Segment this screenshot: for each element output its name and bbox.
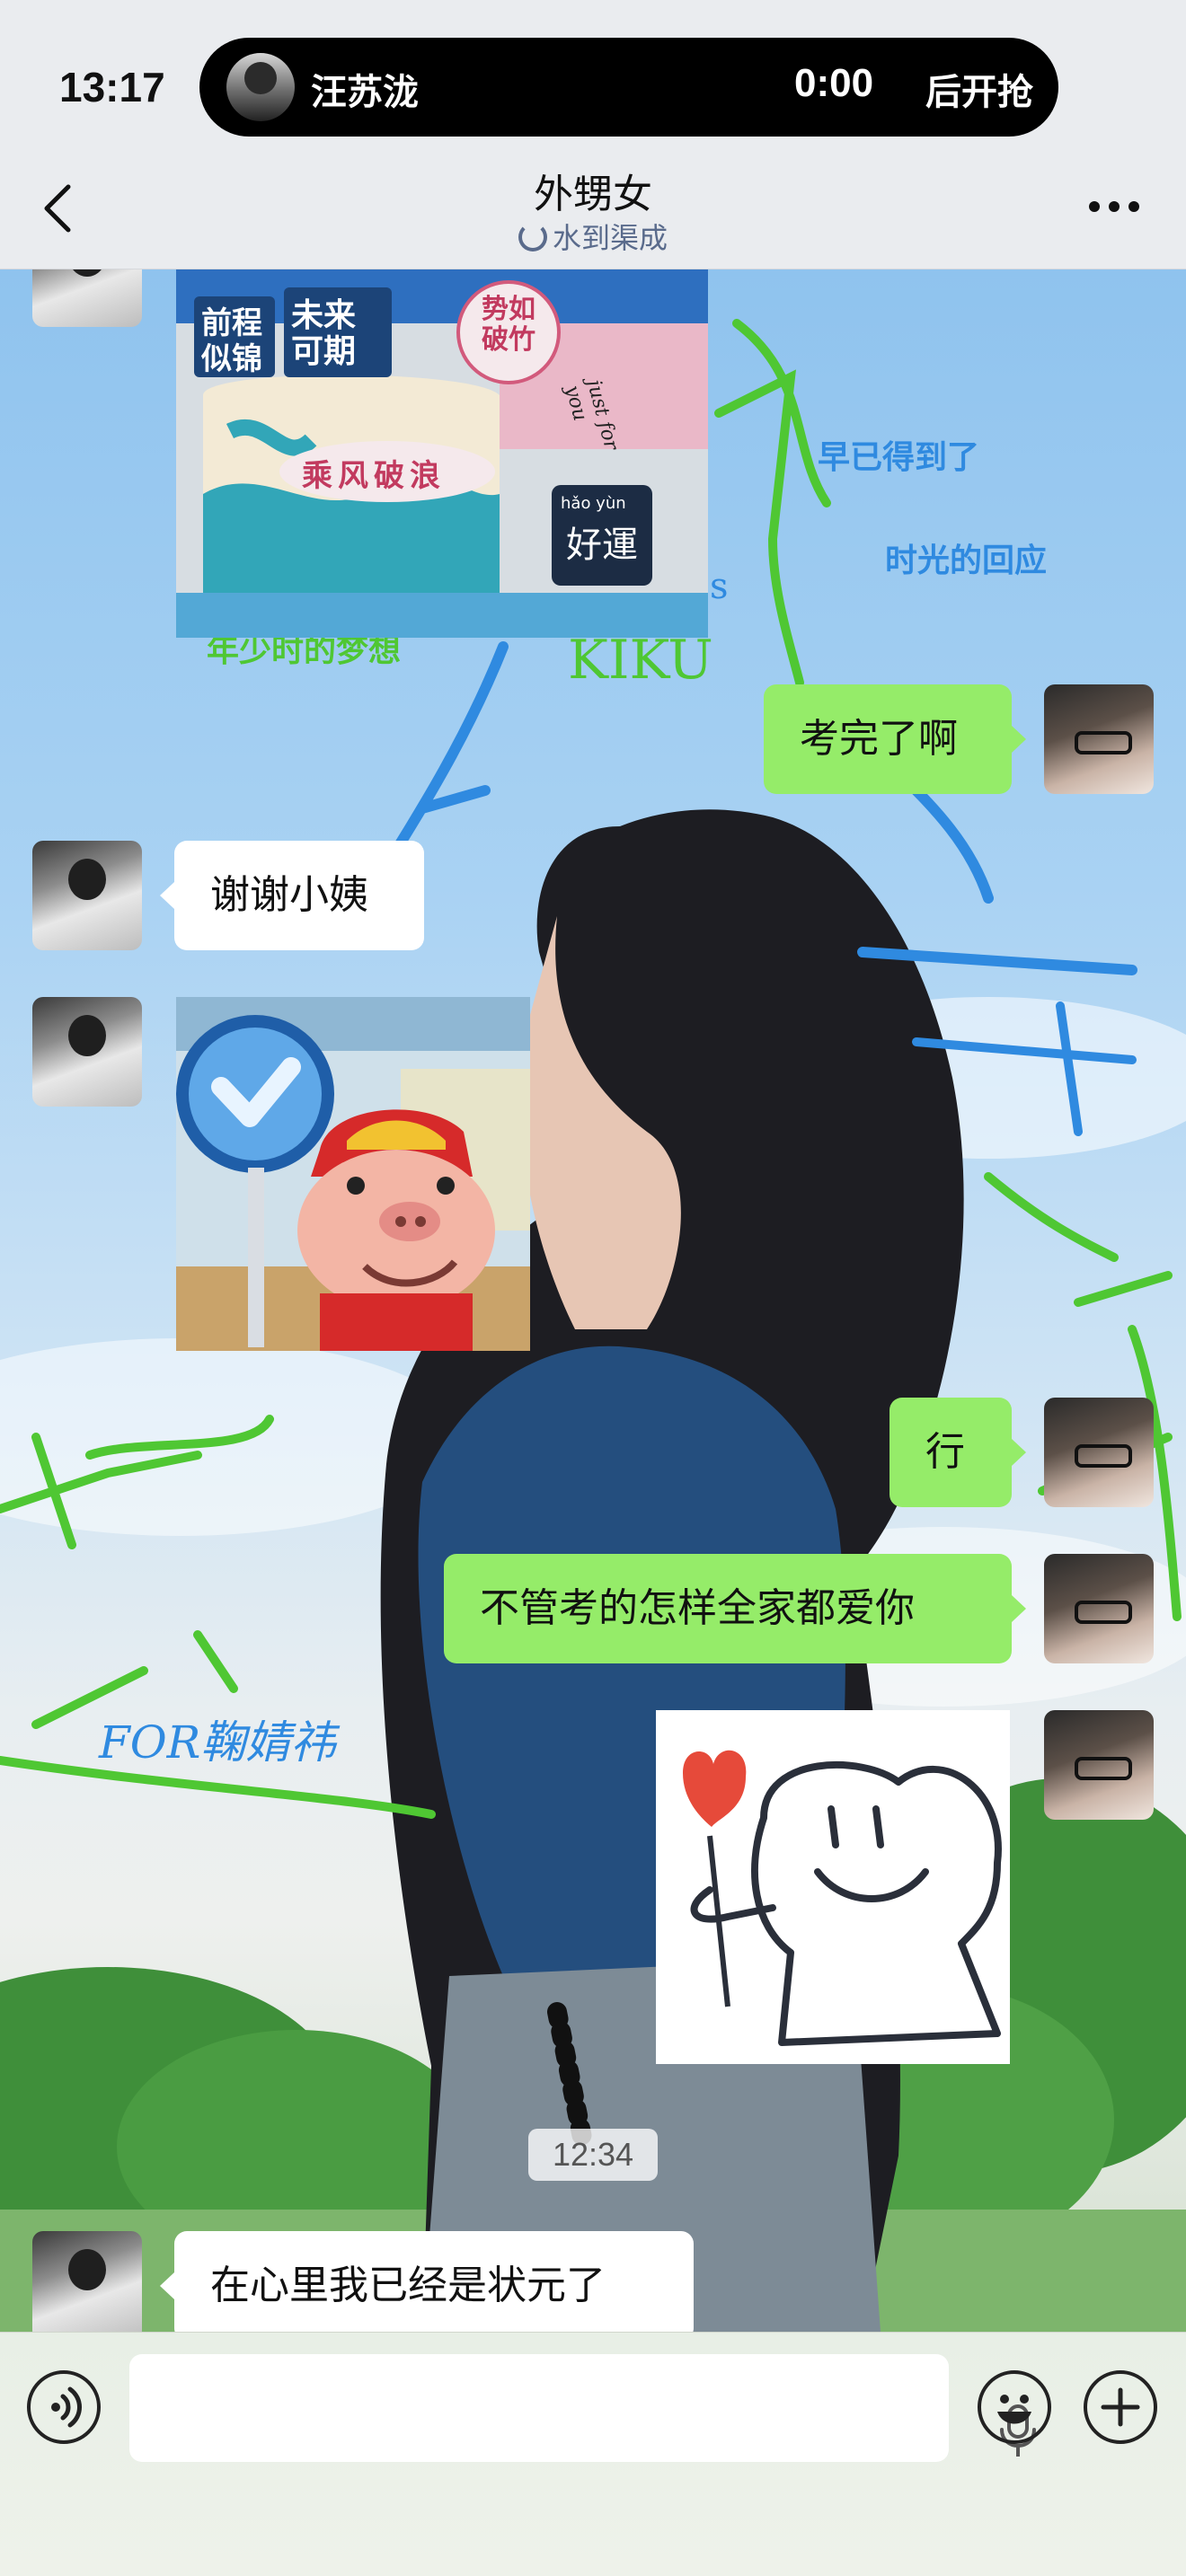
- chat-area[interactable]: 早已得到了 时光的回应 年少时的梦想 KIKU FOR鞠婧祎 s 未来可期 前程…: [0, 269, 1186, 2332]
- cake-sign-wind: 乘风破浪: [302, 458, 446, 494]
- smiley-glyph: [997, 2395, 1031, 2424]
- cake-sign-future: 未来可期: [291, 297, 357, 370]
- message-input[interactable]: [129, 2354, 1036, 2462]
- loading-ring-icon: [518, 223, 547, 251]
- message-bubble-left[interactable]: 谢谢小姨: [160, 841, 424, 950]
- message-bubble-left[interactable]: 在心里我已经是状元了: [160, 2231, 694, 2332]
- message-bubble-right[interactable]: 行: [890, 1398, 1026, 1507]
- chat-title[interactable]: 外甥女: [0, 162, 1186, 219]
- contact-avatar[interactable]: [32, 2231, 142, 2332]
- my-avatar[interactable]: [1044, 1710, 1154, 1820]
- voice-icon[interactable]: [27, 2370, 101, 2444]
- nav-bar: 外甥女 水到渠成: [0, 144, 1186, 269]
- live-avatar: [226, 53, 295, 121]
- chat-status: 水到渠成: [0, 216, 1186, 257]
- more-dots-icon[interactable]: [1087, 198, 1141, 216]
- plus-glyph: [1101, 2387, 1140, 2427]
- cake-sign-momentum: 势如破竹: [482, 294, 535, 356]
- status-time: 13:17: [59, 64, 165, 110]
- live-action-label: 后开抢: [925, 72, 1033, 113]
- input-bar: [0, 2332, 1186, 2576]
- wallpaper-text-2: 时光的回应: [885, 542, 1048, 579]
- pig-sticker[interactable]: [176, 997, 530, 1351]
- pig-sticker-art: [176, 997, 530, 1351]
- flower-smile-sticker-art: [656, 1710, 1010, 2064]
- live-name: 汪苏泷: [311, 72, 419, 113]
- chat-status-text: 水到渠成: [552, 221, 668, 255]
- contact-avatar[interactable]: [32, 269, 142, 327]
- message-bubble-right[interactable]: 不管考的怎样全家都爱你: [444, 1554, 1026, 1663]
- wallpaper-text-4: KIKU: [568, 629, 713, 692]
- live-countdown: 0:00: [794, 61, 874, 105]
- plus-icon[interactable]: [1084, 2370, 1157, 2444]
- live-activity-pill[interactable]: 汪苏泷 0:00 后开抢: [199, 38, 1058, 137]
- my-avatar[interactable]: [1044, 1554, 1154, 1663]
- wallpaper-text-6: s: [710, 566, 729, 607]
- message-bubble-right[interactable]: 考完了啊: [764, 684, 1026, 794]
- cake-image-message[interactable]: 未来可期 前程似锦 势如破竹 乘风破浪 hǎo yùn 好運 just for …: [176, 269, 708, 638]
- voice-waves-glyph: [51, 2386, 82, 2428]
- cake-sign-luck-pinyin: hǎo yùn: [561, 494, 626, 513]
- emoji-icon[interactable]: [978, 2370, 1051, 2444]
- cake-sign-bright: 前程似锦: [201, 305, 262, 377]
- my-avatar[interactable]: [1044, 1398, 1154, 1507]
- status-bar: 13:17 汪苏泷 0:00 后开抢: [0, 0, 1186, 144]
- wallpaper-text-5: FOR鞠婧祎: [99, 1716, 336, 1769]
- message-timestamp: 12:34: [528, 2129, 658, 2181]
- flower-smile-sticker[interactable]: [656, 1710, 1010, 2064]
- my-avatar[interactable]: [1044, 684, 1154, 794]
- cake-sign-luck: 好運: [566, 525, 638, 566]
- wallpaper-text-1: 早已得到了: [818, 438, 980, 476]
- contact-avatar[interactable]: [32, 997, 142, 1107]
- contact-avatar[interactable]: [32, 841, 142, 950]
